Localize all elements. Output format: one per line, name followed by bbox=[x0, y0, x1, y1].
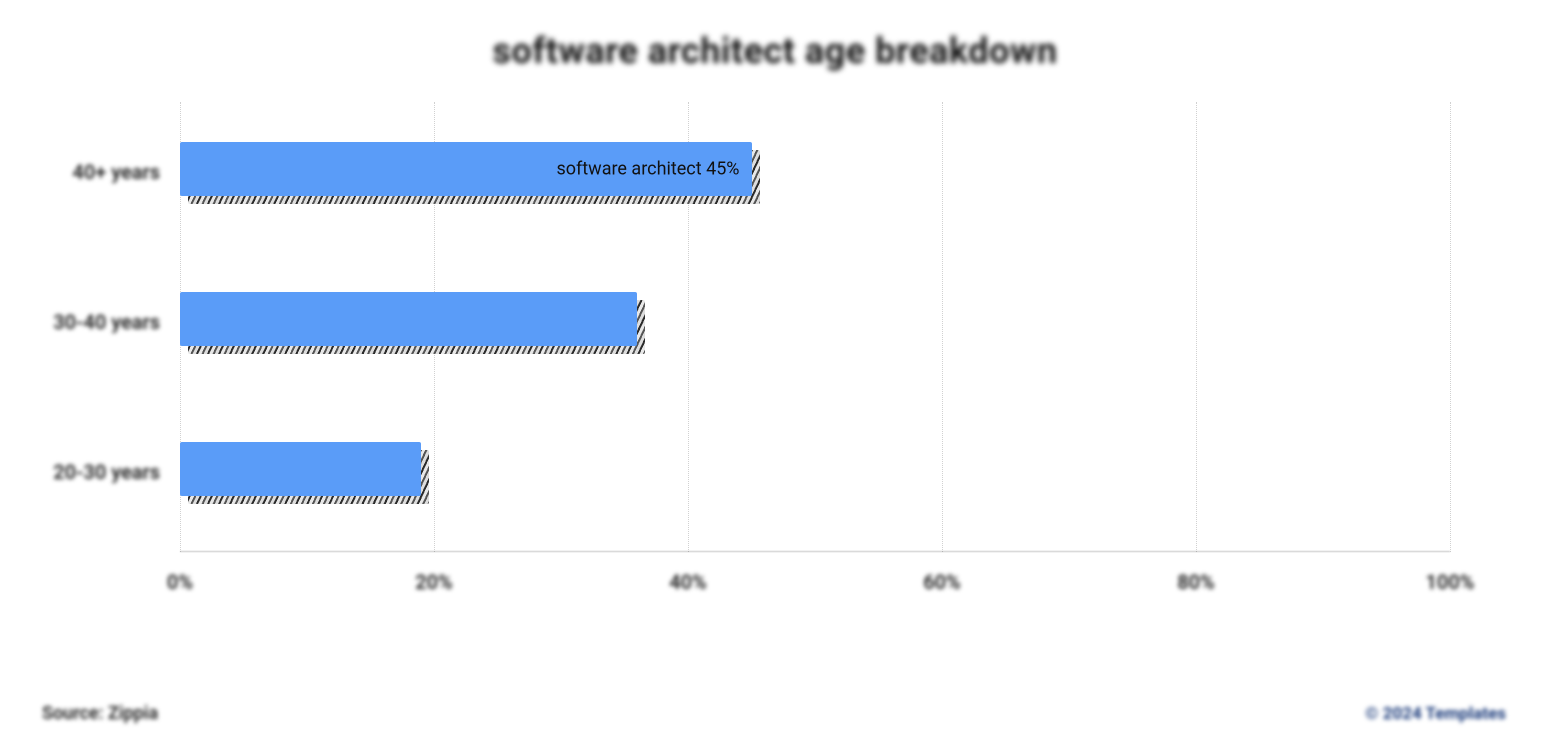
bar-0: software architect 45% bbox=[180, 142, 752, 196]
x-axis-ticks: 0% 20% 40% 60% 80% 100% bbox=[180, 552, 1450, 602]
chart-title: software architect age breakdown bbox=[40, 30, 1510, 72]
copyright-label: © 2024 Templates bbox=[1365, 704, 1506, 724]
y-axis-label-2: 20-30 years bbox=[40, 460, 160, 484]
y-axis-label-0: 40+ years bbox=[40, 160, 160, 184]
bar-row-1: 30-40 years bbox=[180, 292, 1450, 352]
x-tick-2: 40% bbox=[669, 570, 707, 594]
bar-1 bbox=[180, 292, 637, 346]
x-tick-5: 100% bbox=[1425, 570, 1474, 594]
grid-line-100 bbox=[1450, 102, 1451, 552]
x-tick-3: 60% bbox=[923, 570, 961, 594]
bar-row-0: 40+ years software architect 45% bbox=[180, 142, 1450, 202]
source-label: Source: Zippia bbox=[42, 703, 158, 724]
x-tick-4: 80% bbox=[1177, 570, 1215, 594]
chart-container: software architect age breakdown 40+ yea… bbox=[40, 20, 1510, 720]
plot-area: 40+ years software architect 45% 30-40 y… bbox=[180, 102, 1450, 552]
bar-data-label-0: software architect 45% bbox=[556, 159, 739, 180]
x-tick-0: 0% bbox=[167, 570, 193, 594]
bar-2 bbox=[180, 442, 421, 496]
bar-row-2: 20-30 years bbox=[180, 442, 1450, 502]
x-tick-1: 20% bbox=[415, 570, 453, 594]
y-axis-label-1: 30-40 years bbox=[40, 310, 160, 334]
